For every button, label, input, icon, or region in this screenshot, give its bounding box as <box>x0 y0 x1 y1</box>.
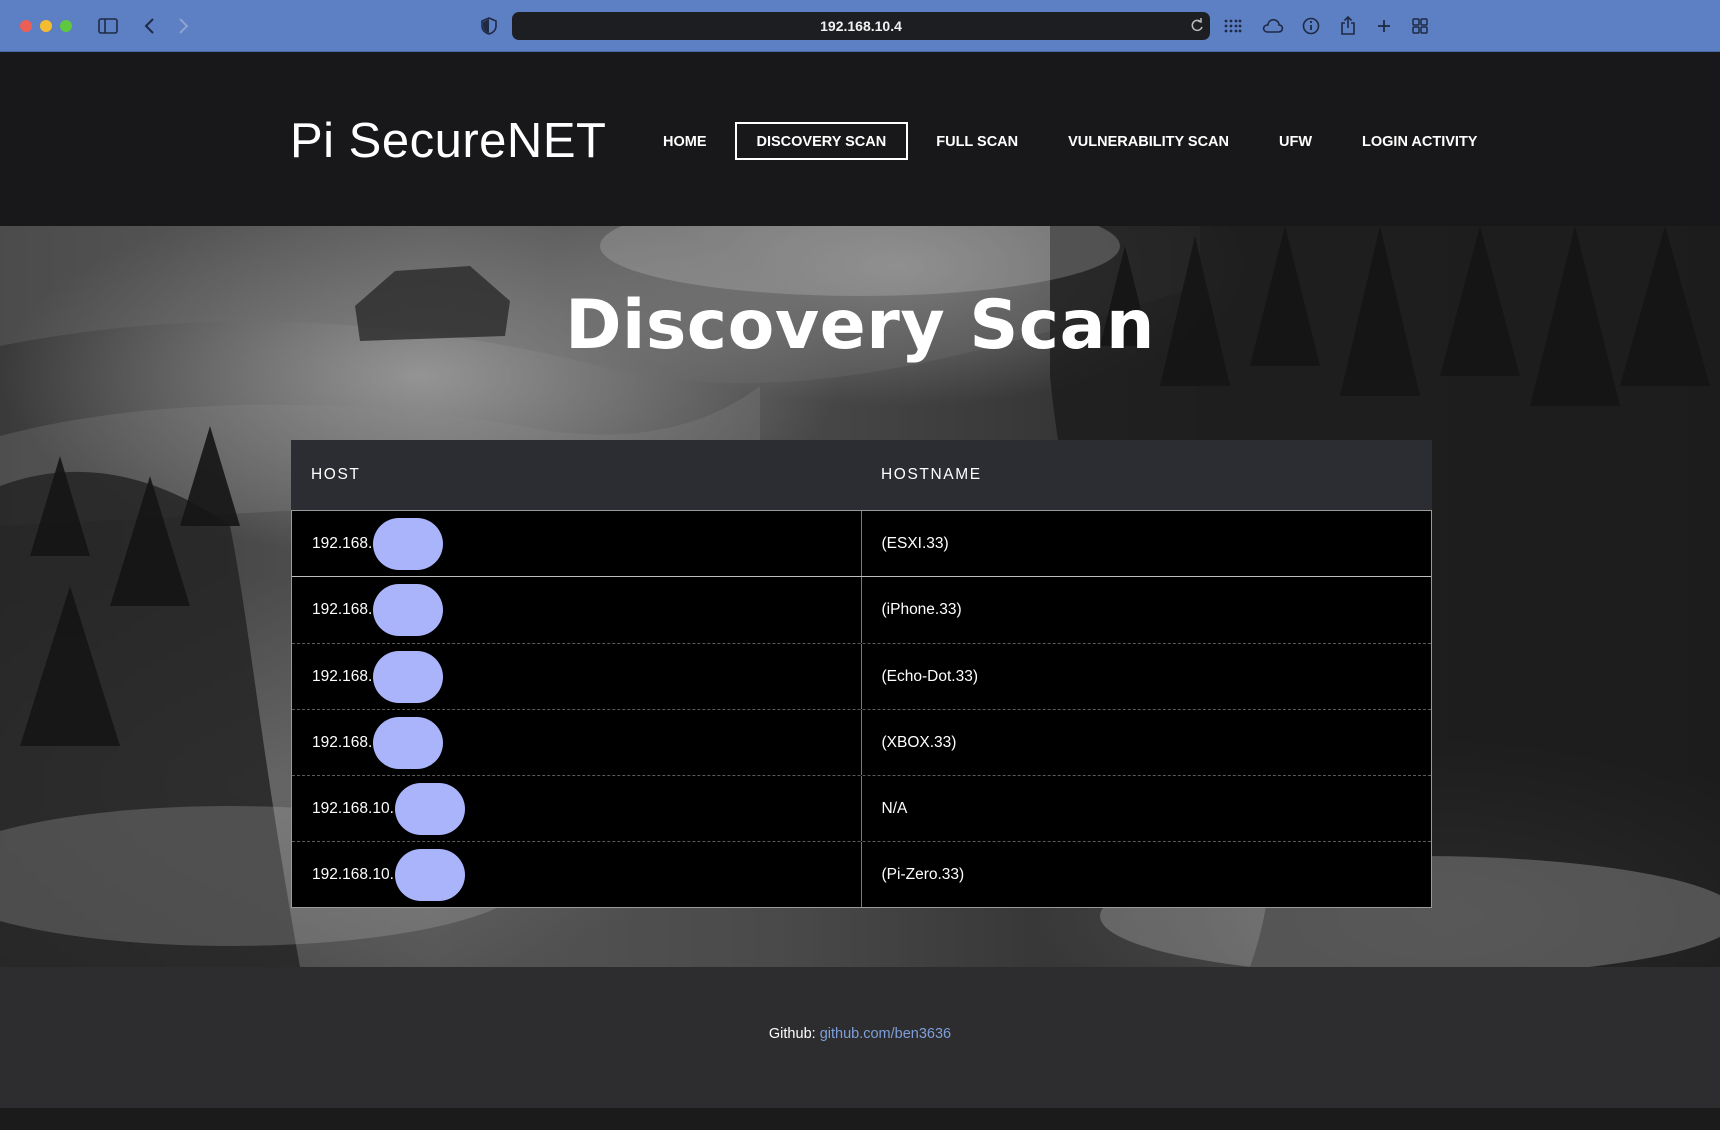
host-ip: 192.168. <box>312 667 373 685</box>
host-cell: 192.168. <box>292 644 862 709</box>
host-cell: 192.168. <box>292 710 862 775</box>
sidebar-toggle-icon[interactable] <box>96 14 120 38</box>
site-logo[interactable]: Pi SecureNET <box>290 113 606 169</box>
new-tab-icon[interactable] <box>1372 14 1396 38</box>
forward-icon[interactable] <box>172 14 196 38</box>
hostname-cell: (Pi-Zero.33) <box>881 865 965 883</box>
column-header-host: HOST <box>311 466 361 483</box>
url-text: 192.168.10.4 <box>820 18 902 34</box>
address-bar[interactable]: 192.168.10.4 <box>512 12 1210 40</box>
host-cell: 192.168.10. <box>292 776 862 841</box>
nav-ufw[interactable]: UFW <box>1254 122 1337 160</box>
nav-full-scan[interactable]: FULL SCAN <box>911 122 1043 160</box>
back-icon[interactable] <box>137 14 161 38</box>
footer-credit: Github: github.com/ben3636 <box>0 1026 1720 1042</box>
host-cell: 192.168. <box>292 511 862 576</box>
nav-discovery-scan[interactable]: DISCOVERY SCAN <box>734 122 909 160</box>
minimize-window-button[interactable] <box>40 20 52 32</box>
host-ip: 192.168. <box>312 733 373 751</box>
hostname-cell: (iPhone.33) <box>881 601 962 618</box>
share-icon[interactable] <box>1336 14 1360 38</box>
footer-label: Github: <box>768 1026 816 1042</box>
hostname-cell: (ESXI.33) <box>881 534 949 552</box>
host-ip: 192.168. <box>312 601 373 618</box>
column-header-hostname: HOSTNAME <box>881 466 982 483</box>
table-row: 192.168.10. (Pi-Zero.33) <box>292 841 1431 907</box>
table-row: 192.168. (ESXI.33) <box>292 511 1431 577</box>
hostname-cell: (XBOX.33) <box>881 733 957 751</box>
host-ip: 192.168.10. <box>312 799 394 817</box>
main-nav: HOME DISCOVERY SCAN FULL SCAN VULNERABIL… <box>638 122 1502 160</box>
table-row: 192.168. (XBOX.33) <box>292 709 1431 775</box>
info-icon[interactable] <box>1299 14 1323 38</box>
icloud-icon[interactable] <box>1261 14 1285 38</box>
redaction-mark <box>373 650 444 703</box>
host-ip: 192.168. <box>312 534 373 552</box>
reload-icon[interactable] <box>1190 17 1204 36</box>
extensions-grid-icon[interactable] <box>1221 14 1245 38</box>
table-header: HOST HOSTNAME <box>291 440 1432 510</box>
redaction-mark <box>373 517 444 570</box>
host-cell: 192.168. <box>292 577 862 643</box>
site-footer: Github: github.com/ben3636 <box>0 967 1720 1108</box>
zoom-window-button[interactable] <box>60 20 72 32</box>
host-cell: 192.168.10. <box>292 842 862 907</box>
nav-home[interactable]: HOME <box>638 122 732 160</box>
redaction-mark <box>394 782 465 835</box>
page-title: Discovery Scan <box>565 286 1155 365</box>
redaction-mark <box>394 848 465 901</box>
bottom-strip <box>0 1108 1720 1130</box>
table-row: 192.168. (Echo-Dot.33) <box>292 643 1431 709</box>
table-row: 192.168. (iPhone.33) <box>292 577 1431 643</box>
host-ip: 192.168.10. <box>312 865 394 883</box>
privacy-shield-icon[interactable] <box>477 14 501 38</box>
tab-overview-icon[interactable] <box>1408 14 1432 38</box>
browser-toolbar: 192.168.10.4 <box>0 0 1720 52</box>
nav-login-activity[interactable]: LOGIN ACTIVITY <box>1337 122 1502 160</box>
redaction-mark <box>373 584 444 636</box>
nav-vulnerability-scan[interactable]: VULNERABILITY SCAN <box>1043 122 1254 160</box>
hostname-cell: N/A <box>881 799 908 817</box>
hostname-cell: (Echo-Dot.33) <box>881 667 978 685</box>
close-window-button[interactable] <box>20 20 32 32</box>
site-header: Pi SecureNET HOME DISCOVERY SCAN FULL SC… <box>0 53 1720 226</box>
table-row: 192.168.10. N/A <box>292 775 1431 841</box>
redaction-mark <box>373 716 444 769</box>
github-link[interactable]: github.com/ben3636 <box>820 1026 951 1042</box>
scan-results-table: 192.168. (ESXI.33) 192.168. (iPhone.33) … <box>291 510 1432 908</box>
